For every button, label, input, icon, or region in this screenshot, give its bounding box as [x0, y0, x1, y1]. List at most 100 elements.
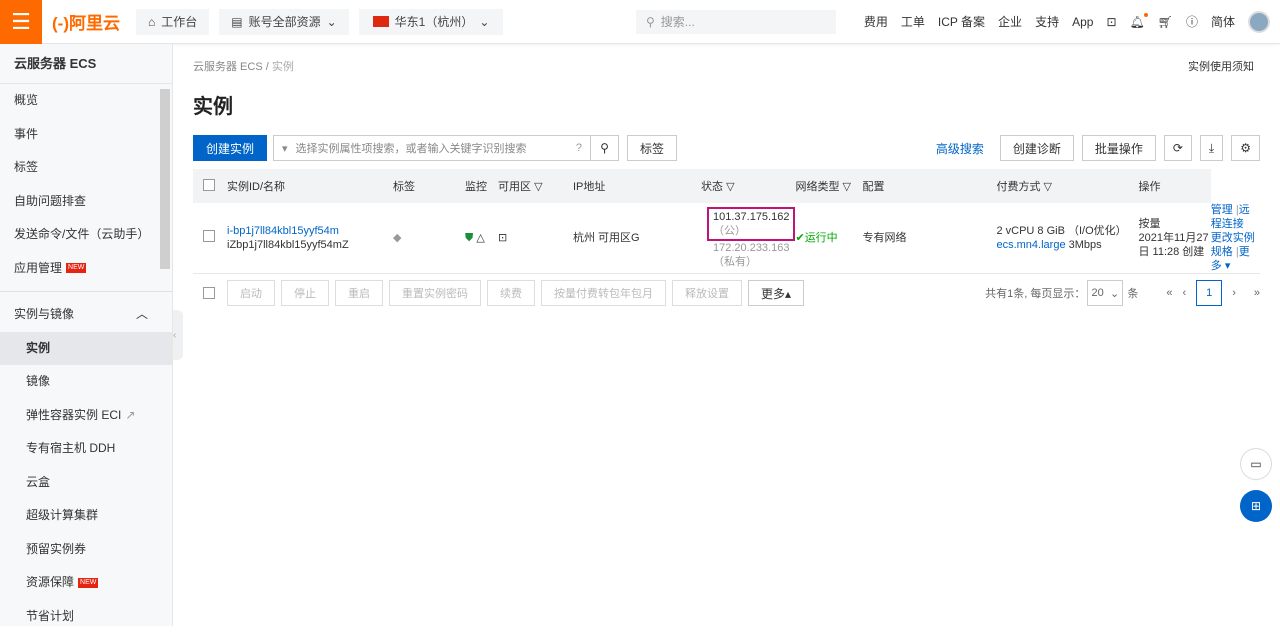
terminal-icon[interactable]: ⊡	[1106, 15, 1116, 29]
select-all-checkbox[interactable]	[203, 179, 215, 191]
search-input[interactable]: ⚲搜索...	[636, 10, 836, 34]
check-circle-icon: ✔	[795, 232, 804, 244]
prev-page-icon[interactable]: ‹	[1183, 287, 1187, 299]
sidebar-item-eci[interactable]: 弹性容器实例 ECI↗	[0, 399, 172, 433]
nav-link-app[interactable]: App	[1072, 15, 1093, 29]
instance-table: 实例ID/名称 标签 监控 可用区 ▽ IP地址 状态 ▽ 网络类型 ▽ 配置 …	[193, 169, 1260, 274]
resources-dropdown[interactable]: ▤账号全部资源⌄	[219, 9, 348, 35]
collapse-sidebar-handle[interactable]: ‹	[173, 310, 183, 360]
sidebar-scrollbar[interactable]	[160, 89, 170, 269]
search-icon: ⚲	[646, 15, 655, 29]
breadcrumb-ecs[interactable]: 云服务器 ECS	[193, 61, 263, 73]
workbench-button[interactable]: ⌂工作台	[136, 9, 209, 35]
sidebar-item-scc[interactable]: 超级计算集群	[0, 499, 172, 533]
nav-link-support[interactable]: 支持	[1035, 13, 1059, 30]
network-value: 专有网络	[862, 203, 996, 274]
manage-link[interactable]: 管理	[1211, 204, 1233, 216]
create-instance-button[interactable]: 创建实例	[193, 135, 267, 161]
sidebar-item-ddh[interactable]: 专有宿主机 DDH	[0, 432, 172, 466]
bell-icon[interactable]: 🔔︎	[1130, 15, 1145, 29]
next-page-icon[interactable]: ›	[1232, 287, 1236, 299]
refresh-icon[interactable]: ⟳	[1164, 135, 1192, 161]
avatar[interactable]	[1248, 11, 1270, 33]
batch-operation-button[interactable]: 批量操作	[1082, 135, 1156, 161]
sidebar-item-reserved[interactable]: 预留实例券	[0, 533, 172, 567]
release-settings-button[interactable]: 释放设置	[672, 280, 742, 306]
table-row: i-bp1j7ll84kbl15yyf54miZbp1j7ll84kbl15yy…	[193, 203, 1260, 274]
breadcrumb: 云服务器 ECS / 实例	[193, 58, 1260, 74]
search-icon: ⚲	[600, 141, 609, 155]
select-all-checkbox-bottom[interactable]	[203, 287, 215, 299]
row-checkbox[interactable]	[203, 230, 215, 242]
col-status[interactable]: 状态 ▽	[701, 169, 795, 203]
sidebar-item-assurance[interactable]: 资源保障NEW	[0, 566, 172, 600]
apps-icon[interactable]: ⊞	[1240, 490, 1272, 522]
first-page-icon[interactable]: «	[1166, 287, 1172, 299]
help-icon[interactable]: ⓘ	[1186, 13, 1198, 30]
settings-icon[interactable]: ⚙	[1231, 135, 1260, 161]
label: 超级计算集群	[26, 499, 98, 533]
nav-link-enterprise[interactable]: 企业	[998, 13, 1022, 30]
cart-icon[interactable]: 🛒︎	[1158, 15, 1173, 29]
filter-input[interactable]: ▾选择实例属性项搜索，或者输入关键字识别搜索?	[273, 135, 591, 161]
label: 状态	[701, 181, 723, 193]
sidebar-item-tags[interactable]: 标签	[0, 151, 172, 185]
language-switch[interactable]: 简体	[1211, 13, 1235, 30]
filter-icon: ▽	[726, 181, 734, 193]
convert-billing-button[interactable]: 按量付费转包年包月	[541, 280, 666, 306]
download-icon[interactable]: ⤓	[1200, 135, 1223, 161]
instance-notice-link[interactable]: 实例使用须知	[1188, 58, 1254, 74]
col-network[interactable]: 网络类型 ▽	[795, 169, 862, 203]
sidebar-item-cloud-assistant[interactable]: 发送命令/文件（云助手）	[0, 218, 172, 252]
chevron-up-icon: ︿	[136, 298, 148, 332]
renew-button[interactable]: 续费	[487, 280, 535, 306]
sidebar-item-images[interactable]: 镜像	[0, 365, 172, 399]
tag-icon[interactable]: ◆	[393, 232, 401, 244]
sidebar-item-events[interactable]: 事件	[0, 118, 172, 152]
page-1-button[interactable]: 1	[1196, 280, 1222, 306]
stop-button[interactable]: 停止	[281, 280, 329, 306]
sidebar-item-troubleshoot[interactable]: 自助问题排查	[0, 185, 172, 219]
nav-link-icp[interactable]: ICP 备案	[938, 13, 985, 30]
private-ip: 172.20.233.163	[713, 242, 789, 254]
monitor-icon[interactable]: ⊡	[498, 232, 507, 244]
reset-password-button[interactable]: 重置实例密码	[389, 280, 481, 306]
col-billing[interactable]: 付费方式 ▽	[996, 169, 1138, 203]
chat-icon[interactable]: ▭	[1240, 448, 1272, 480]
tag-filter-button[interactable]: 标签	[627, 135, 677, 161]
nav-link-ticket[interactable]: 工单	[901, 13, 925, 30]
caret-down-icon: ▾	[282, 142, 288, 155]
instance-type-link[interactable]: ecs.mn4.large	[996, 239, 1065, 251]
public-ip: 101.37.175.162	[713, 211, 789, 223]
instance-id-link[interactable]: i-bp1j7ll84kbl15yyf54m	[227, 224, 393, 238]
create-diagnosis-button[interactable]: 创建诊断	[1000, 135, 1074, 161]
last-page-icon[interactable]: »	[1254, 287, 1260, 299]
label: 弹性容器实例 ECI	[26, 399, 121, 433]
region-dropdown[interactable]: 华东1（杭州）⌄	[359, 9, 504, 35]
bandwidth-value: 3Mbps	[1069, 239, 1102, 251]
col-zone[interactable]: 可用区 ▽	[498, 169, 573, 203]
page-size-select[interactable]: 20⌄	[1087, 280, 1123, 306]
nav-link-billing[interactable]: 费用	[864, 13, 888, 30]
logo[interactable]: (-)阿里云	[52, 9, 120, 34]
filter-placeholder: 选择实例属性项搜索，或者输入关键字识别搜索	[296, 140, 568, 156]
col-ip: IP地址	[573, 169, 701, 203]
search-button[interactable]: ⚲	[591, 135, 619, 161]
sidebar-item-cloudbox[interactable]: 云盒	[0, 466, 172, 500]
label: 预留实例券	[26, 533, 86, 567]
sidebar-item-instances[interactable]: 实例	[0, 332, 172, 366]
created-time: 2021年11月27日 11:28 创建	[1138, 231, 1210, 259]
restart-button[interactable]: 重启	[335, 280, 383, 306]
external-link-icon: ↗	[125, 399, 135, 433]
advanced-search-link[interactable]: 高级搜索	[936, 140, 984, 157]
sidebar-item-app-management[interactable]: 应用管理NEW	[0, 252, 172, 286]
sidebar-group-instances[interactable]: 实例与镜像︿	[0, 298, 172, 332]
sidebar-item-savings[interactable]: 节省计划	[0, 600, 172, 633]
menu-icon[interactable]: ☰	[0, 0, 42, 44]
sidebar-item-overview[interactable]: 概览	[0, 84, 172, 118]
chevron-down-icon: ⌄	[479, 15, 489, 29]
start-button[interactable]: 启动	[227, 280, 275, 306]
home-icon: ⌂	[148, 15, 155, 29]
status-badge: 运行中	[805, 232, 838, 244]
more-actions-button[interactable]: 更多▴	[748, 280, 804, 306]
